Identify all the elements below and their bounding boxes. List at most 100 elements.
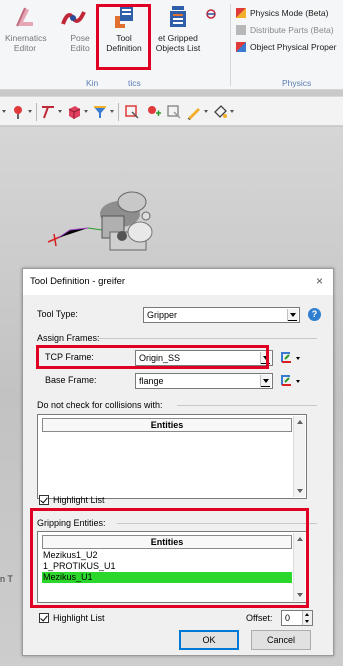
toolbar-dropdown-arrow[interactable]: [230, 110, 234, 113]
background-partial-text: n T: [0, 574, 13, 584]
section-divider: [97, 338, 317, 339]
base-frame-label: Base Frame:: [45, 375, 97, 385]
collisions-label: Do not check for collisions with:: [37, 400, 163, 410]
gripped-objects-list-button[interactable]: et Gripped Objects List: [152, 2, 204, 53]
dialog-title: Tool Definition - greifer: [30, 276, 126, 287]
distribute-parts-icon: [236, 25, 246, 35]
gripping-entities-list[interactable]: Entities Mezikus1_U2 1_PROTIKUS_U1 Mezik…: [37, 531, 307, 603]
ribbon-group-separator: [230, 4, 231, 86]
spinner-arrows-icon[interactable]: [302, 611, 312, 625]
toolbar-dropdown-arrow[interactable]: [110, 110, 114, 113]
collisions-entities-header: Entities: [42, 418, 292, 432]
distribute-parts-label: Distribute Parts (Beta): [250, 25, 334, 35]
section-divider: [177, 405, 317, 406]
list-item[interactable]: Mezikus1_U2: [42, 550, 292, 561]
kinematics-editor-button[interactable]: Kinematics Editor: [5, 2, 47, 53]
toolbar-dropdown-arrow[interactable]: [84, 110, 88, 113]
toolbar-dropdown-arrow[interactable]: [28, 110, 32, 113]
paint-bucket-icon[interactable]: [212, 104, 228, 120]
tool-definition-button[interactable]: Tool Definition: [100, 2, 148, 53]
toolbar-separator: [36, 103, 37, 121]
tcp-frame-select[interactable]: Origin_SS: [135, 350, 273, 366]
kinematics-editor-label-line1: Kinematics: [5, 33, 47, 43]
object-physical-label: Object Physical Proper: [250, 42, 337, 52]
collisions-list[interactable]: Entities: [37, 414, 307, 499]
close-icon[interactable]: ×: [316, 275, 323, 287]
kinematics-group-label-partial: Kin: [86, 78, 99, 88]
toolbar-dropdown-arrow[interactable]: [204, 110, 208, 113]
dialog-title-bar[interactable]: Tool Definition - greifer ×: [23, 269, 333, 295]
physics-mode-button[interactable]: Physics Mode (Beta): [236, 8, 328, 18]
gripping-entities-header: Entities: [42, 535, 292, 549]
toolbar-dropdown-arrow[interactable]: [2, 110, 6, 113]
pencil-icon[interactable]: [186, 104, 202, 120]
offset-value: 0: [285, 613, 291, 623]
tool-definition-icon: [115, 6, 133, 28]
collisions-scrollbar[interactable]: [293, 416, 305, 497]
physics-mode-icon: [236, 8, 246, 18]
kinematics-extra-icon[interactable]: [205, 8, 217, 20]
scroll-down-icon[interactable]: [297, 593, 303, 597]
tool-type-value: Gripper: [147, 310, 178, 320]
gripped-objects-label-line2: Objects List: [155, 43, 201, 53]
pick-frame-icon[interactable]: [279, 373, 303, 389]
tool-definition-label-line1: Tool: [116, 33, 132, 43]
base-frame-value: flange: [139, 376, 164, 386]
object-physical-properties-button[interactable]: Object Physical Proper: [236, 42, 336, 52]
pose-editor-label-line1: Pose: [70, 33, 90, 43]
filter-icon[interactable]: [92, 104, 108, 120]
robot-model[interactable]: [40, 172, 180, 272]
base-frame-select[interactable]: flange: [135, 373, 273, 389]
select-object-icon[interactable]: [124, 104, 140, 120]
kinematics-editor-icon: [16, 7, 33, 27]
box-icon[interactable]: [66, 104, 82, 120]
tool-definition-label-line2: Definition: [106, 43, 142, 53]
ribbon: Kinematics Editor Pose Edito Tool Defini…: [0, 0, 343, 90]
list-item-selected[interactable]: Mezikus_U1: [42, 572, 292, 583]
offset-spinner[interactable]: 0: [281, 610, 313, 626]
gripping-entities-label: Gripping Entities:: [37, 518, 106, 528]
dropdown-underline: [261, 363, 270, 364]
kinematics-group-label-tail: tics: [128, 78, 141, 88]
tool-definition-dialog: Tool Definition - greifer × Tool Type: G…: [22, 268, 334, 656]
scroll-up-icon[interactable]: [297, 537, 303, 541]
gripping-scrollbar[interactable]: [293, 533, 305, 601]
ok-button[interactable]: OK: [179, 630, 239, 650]
object-physical-icon: [236, 42, 246, 52]
kinematics-editor-label-line2: Editor: [13, 43, 37, 53]
viewer-toolbar: [0, 96, 343, 126]
pick-point-icon[interactable]: [10, 104, 26, 120]
toolbar-dropdown-arrow[interactable]: [58, 110, 62, 113]
offset-label: Offset:: [246, 613, 273, 623]
tool-type-label: Tool Type:: [37, 309, 78, 319]
dropdown-underline: [261, 386, 270, 387]
gripped-objects-label-line1: et Gripped: [158, 33, 198, 43]
pose-editor-button[interactable]: Pose Edito: [52, 2, 94, 53]
cancel-button[interactable]: Cancel: [251, 630, 311, 650]
scroll-up-icon[interactable]: [297, 420, 303, 424]
pose-editor-icon: [61, 11, 86, 25]
physics-group-label: Physics: [282, 78, 312, 88]
list-item[interactable]: 1_PROTIKUS_U1: [42, 561, 292, 572]
section-divider: [117, 523, 317, 524]
dropdown-underline: [288, 320, 297, 321]
gripped-objects-icon: [170, 6, 186, 27]
pose-editor-label-line2: Edito: [70, 43, 90, 53]
highlight-list-label-2: Highlight List: [53, 613, 105, 623]
distribute-parts-button[interactable]: Distribute Parts (Beta): [236, 25, 334, 35]
edit-selection-icon[interactable]: [166, 104, 182, 120]
scroll-down-icon[interactable]: [297, 489, 303, 493]
highlight-list-checkbox-2[interactable]: [39, 613, 49, 623]
tcp-frame-label: TCP Frame:: [45, 352, 94, 362]
help-icon[interactable]: ?: [308, 308, 321, 321]
measure-icon[interactable]: [40, 104, 56, 120]
assign-frames-label: Assign Frames:: [37, 333, 100, 343]
tool-type-select[interactable]: Gripper: [143, 307, 300, 323]
highlight-list-label: Highlight List: [53, 495, 105, 505]
pick-frame-icon[interactable]: [279, 350, 303, 366]
toolbar-separator: [118, 103, 119, 121]
tcp-frame-value: Origin_SS: [139, 353, 181, 363]
highlight-list-checkbox[interactable]: [39, 495, 49, 505]
physics-mode-label: Physics Mode (Beta): [250, 8, 329, 18]
add-component-icon[interactable]: [146, 104, 162, 120]
